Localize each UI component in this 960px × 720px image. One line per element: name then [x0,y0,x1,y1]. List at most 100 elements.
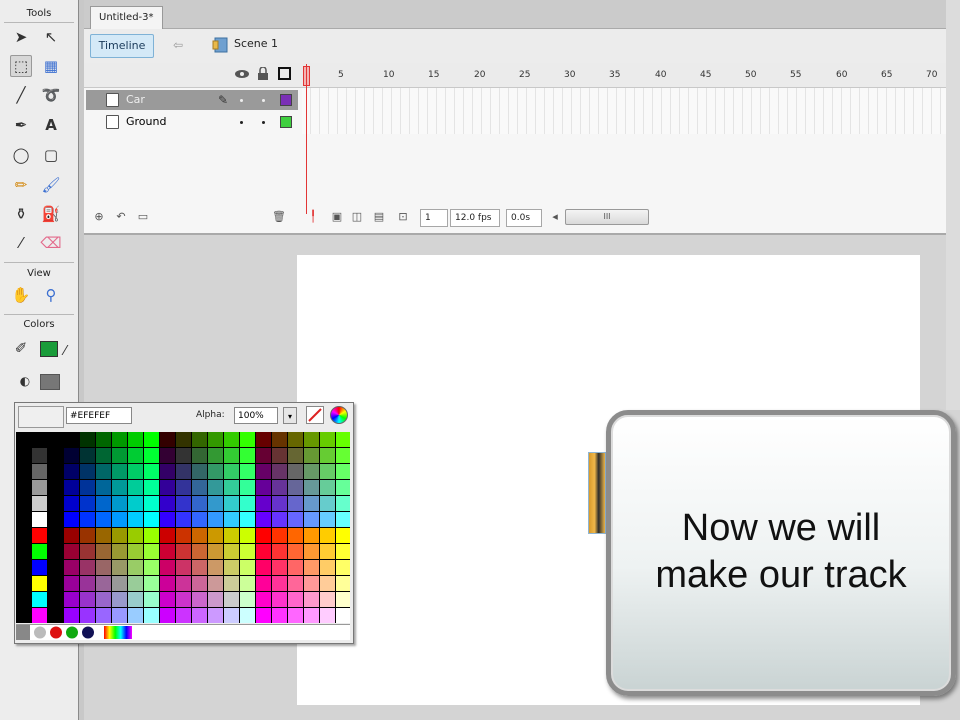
color-swatch [320,592,335,607]
color-wheel-icon[interactable] [330,406,348,424]
layer-color-swatch[interactable] [280,116,292,128]
color-swatch [288,560,303,575]
color-swatch [80,592,95,607]
gradient-transform-tool-icon[interactable]: ▦ [40,55,62,77]
color-swatch [272,480,287,495]
onion-skin-icon[interactable]: ▣ [330,210,344,224]
playhead[interactable] [303,64,310,234]
color-swatch [32,480,47,495]
lock-icon[interactable] [257,66,269,81]
visibility-dot[interactable] [240,121,243,124]
alpha-dropdown-icon[interactable]: ▾ [283,407,297,424]
color-swatch [240,432,255,447]
color-swatch-grid[interactable] [16,432,351,623]
modify-onion-markers-icon[interactable]: ⊡ [396,210,410,224]
callout-line-2: make our track [655,554,907,596]
color-swatch [128,512,143,527]
color-swatch [64,432,79,447]
eye-icon[interactable] [234,67,250,81]
color-swatch [256,528,271,543]
color-swatch [80,496,95,511]
swap-colors-icon[interactable] [40,374,60,390]
layer-name: Car [126,93,145,106]
delete-layer-icon[interactable]: 🗑 [272,210,286,224]
color-swatch [64,560,79,575]
rectangle-tool-icon[interactable]: ▢ [40,144,62,166]
color-swatch [176,432,191,447]
gradient-swatches[interactable] [16,624,350,640]
layer-row-ground[interactable]: Ground [86,112,298,132]
subselection-tool-icon[interactable]: ↖ [40,26,62,48]
alpha-field[interactable]: 100% [234,407,278,424]
paint-bucket-tool-icon[interactable]: ⛽ [40,203,62,225]
timeline-scrollbar[interactable]: III [565,209,649,225]
scene-label[interactable]: Scene 1 [234,37,278,50]
fps-field[interactable]: 12.0 fps [450,209,500,227]
color-swatch [320,512,335,527]
eraser-tool-icon[interactable]: ⌫ [40,232,62,254]
lock-dot[interactable] [262,121,265,124]
back-arrow-icon[interactable]: ⇦ [166,36,190,54]
color-swatch [176,448,191,463]
scroll-left-icon[interactable]: ◂ [548,210,562,224]
add-folder-icon[interactable]: ▭ [136,210,150,224]
color-swatch [208,432,223,447]
pen-tool-icon[interactable]: ✒ [10,114,32,136]
color-preview [18,406,64,428]
line-tool-icon[interactable]: ╱ [10,84,32,106]
hand-tool-icon[interactable]: ✋ [10,284,32,306]
free-transform-tool-icon[interactable]: ⬚ [10,55,32,77]
color-swatch [288,512,303,527]
eyedropper-tool-icon[interactable]: ⁄ [10,232,32,254]
color-swatch [320,432,335,447]
color-swatch [208,576,223,591]
color-swatch [272,544,287,559]
outline-icon[interactable] [278,67,291,80]
black-white-icon[interactable]: ◐ [14,370,36,392]
color-swatch [80,480,95,495]
visibility-dot[interactable] [240,99,243,102]
zoom-tool-icon[interactable]: ⚲ [40,284,62,306]
add-layer-icon[interactable]: ⊕ [92,210,106,224]
selection-tool-icon[interactable]: ➤ [10,26,32,48]
brush-tool-icon[interactable]: 🖌 [40,174,62,196]
color-swatch [64,464,79,479]
edit-multiple-frames-icon[interactable]: ▤ [372,210,386,224]
color-swatch [336,448,351,463]
ink-bottle-tool-icon[interactable]: ⚱ [10,203,32,225]
frame-number: 50 [745,70,757,80]
center-frame-icon[interactable]: ╿ [306,210,320,224]
add-guide-layer-icon[interactable]: ↶ [114,210,128,224]
color-swatch [144,528,159,543]
color-swatch [144,480,159,495]
color-swatch [256,608,271,623]
lasso-tool-icon[interactable]: ➰ [40,84,62,106]
color-swatch [240,528,255,543]
frame-number: 55 [790,70,802,80]
color-swatch [80,544,95,559]
car-graphic[interactable] [588,452,606,534]
color-swatch [64,448,79,463]
layer-name: Ground [126,115,167,128]
lock-dot[interactable] [262,99,265,102]
frame-cells[interactable] [302,88,960,134]
hex-color-field[interactable]: #EFEFEF [66,407,132,424]
layer-color-swatch[interactable] [280,94,292,106]
color-swatch [288,608,303,623]
timeline-button[interactable]: Timeline [90,34,154,58]
color-swatch [96,576,111,591]
color-swatch [272,496,287,511]
color-swatch [160,432,175,447]
color-swatch [80,576,95,591]
onion-outline-icon[interactable]: ◫ [350,210,364,224]
text-tool-icon[interactable]: A [40,114,62,136]
layer-row-car[interactable]: Car ✎ [86,90,298,110]
document-tab[interactable]: Untitled-3* [90,6,163,29]
no-color-icon[interactable] [306,406,324,424]
oval-tool-icon[interactable]: ◯ [10,144,32,166]
color-swatch [144,608,159,623]
color-swatch [96,592,111,607]
color-swatch [336,592,351,607]
pencil-tool-icon[interactable]: ✏ [10,174,32,196]
color-swatch [304,432,319,447]
